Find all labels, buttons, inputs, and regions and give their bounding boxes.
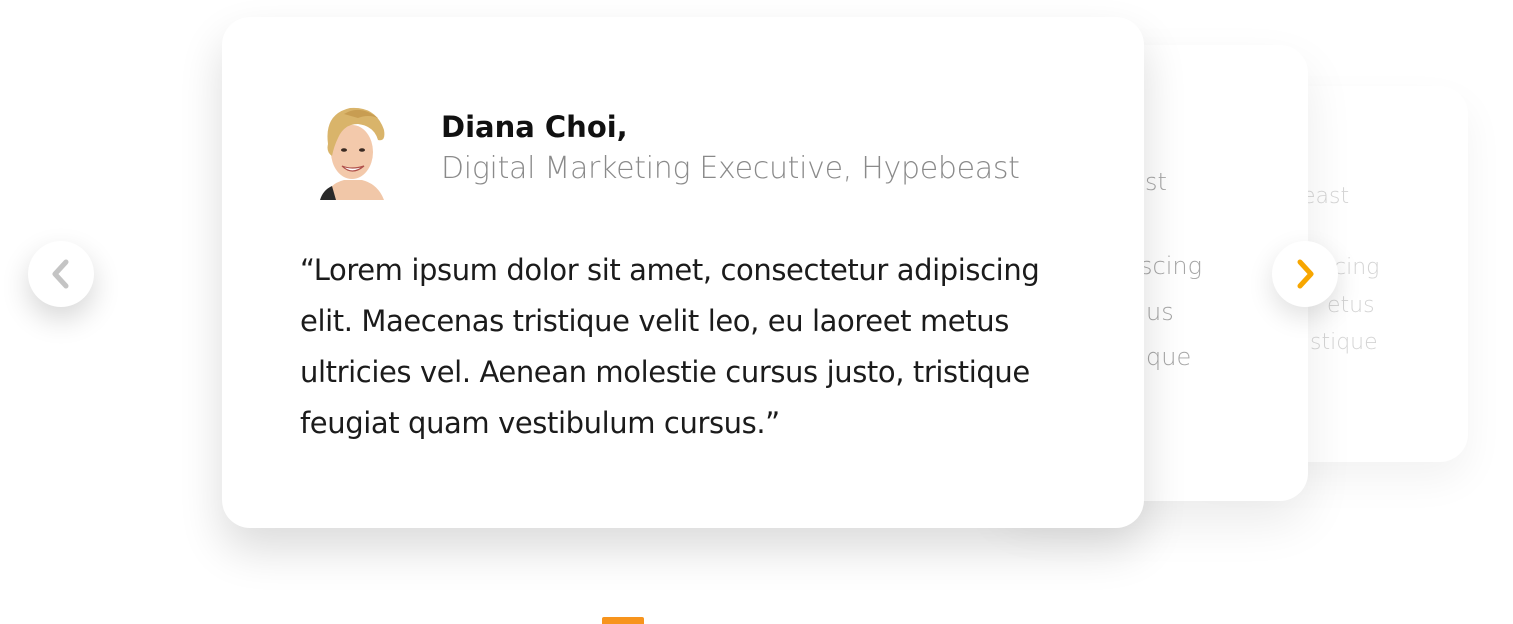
chevron-left-icon xyxy=(52,259,69,289)
quote-line: feugiat quam vestibulum cursus.” xyxy=(300,406,780,440)
pagination-indicator-active[interactable] xyxy=(602,617,644,624)
testimonial-author-name: Diana Choi, xyxy=(441,110,628,144)
testimonial-carousel: east cing etus stique st scing us que Di… xyxy=(0,0,1513,624)
previous-button[interactable] xyxy=(28,241,94,307)
card-fragment: etus xyxy=(1327,293,1375,318)
quote-line: ultricies vel. Aenean molestie cursus ju… xyxy=(300,355,1030,389)
card-fragment: cing xyxy=(1334,255,1380,280)
quote-line: elit. Maecenas tristique velit leo, eu l… xyxy=(300,304,1009,338)
avatar xyxy=(320,107,385,200)
testimonial-author-role: Digital Marketing Executive, Hypebeast xyxy=(441,151,1020,186)
chevron-right-icon xyxy=(1297,259,1314,289)
card-fragment: stique xyxy=(1310,330,1378,355)
testimonial-card-active: Diana Choi, Digital Marketing Executive,… xyxy=(222,17,1144,528)
next-button[interactable] xyxy=(1272,241,1338,307)
card-fragment: east xyxy=(1302,184,1350,209)
card-fragment: us xyxy=(1146,298,1174,326)
quote-line: “Lorem ipsum dolor sit amet, consectetur… xyxy=(300,253,1040,287)
card-fragment: scing xyxy=(1140,252,1202,280)
card-fragment: st xyxy=(1145,168,1167,196)
testimonial-quote: “Lorem ipsum dolor sit amet, consectetur… xyxy=(300,245,1060,449)
card-fragment: que xyxy=(1146,343,1192,371)
